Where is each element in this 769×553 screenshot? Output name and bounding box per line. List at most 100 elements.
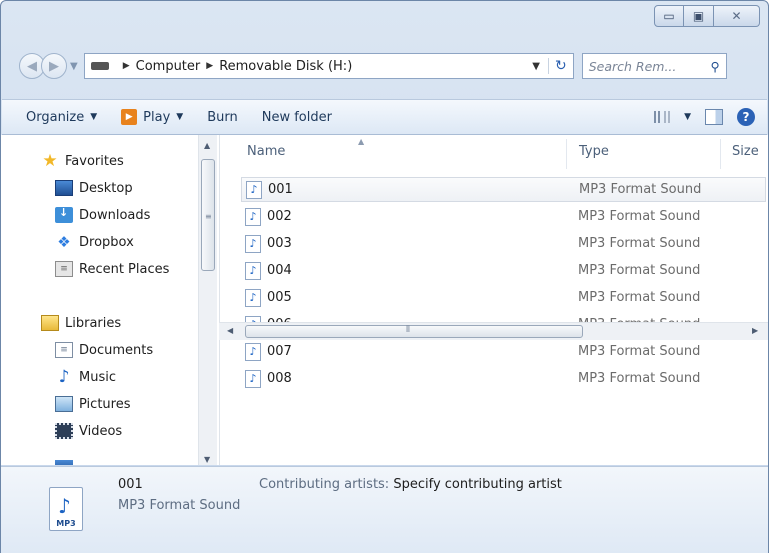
sidebar-item-videos[interactable]: Videos [55,420,122,442]
sidebar-libraries-label: Libraries [65,315,122,331]
back-arrow-icon: ◀ [27,58,37,74]
minimize-button[interactable]: ▭ [654,5,684,27]
column-header-size[interactable]: Size [732,144,759,159]
file-name: 001 [268,182,293,197]
scroll-grip-icon: ⦀ [406,325,410,335]
scroll-right-arrow-icon[interactable]: ▶ [752,326,758,335]
navigation-pane-scrollbar[interactable]: ▲ ≡ ▼ [198,135,217,465]
table-row[interactable]: ♪ 007 MP3 Format Sound [241,339,766,364]
music-note-icon: ♪ [58,494,71,518]
selected-file-type: MP3 Format Sound [118,498,241,513]
column-divider[interactable] [566,139,567,169]
scroll-left-arrow-icon[interactable]: ◀ [227,326,233,335]
sidebar-item-downloads[interactable]: Downloads [55,204,150,226]
documents-icon: ≡ [55,342,73,358]
view-controls: ▼ ? [654,108,755,126]
maximize-icon: ▣ [692,9,705,23]
address-bar[interactable]: ▶ Computer ▶ Removable Disk (H:) ▼ ↻ [83,53,574,79]
file-type: MP3 Format Sound [578,236,701,251]
play-menu-button[interactable]: ▶ Play ▼ [121,109,183,125]
audio-file-icon: ♪ [245,261,261,280]
new-folder-label: New folder [261,109,332,125]
sidebar-item-label: Music [79,369,116,385]
maximize-button[interactable]: ▣ [684,5,714,27]
address-history-dropdown-icon[interactable]: ▼ [532,61,540,72]
sidebar-item-computer-partial[interactable] [55,455,79,465]
audio-file-icon: ♪ [245,369,261,388]
burn-button[interactable]: Burn [207,110,238,125]
play-icon: ▶ [121,109,138,125]
selected-file-name: 001 [118,477,143,492]
sidebar-item-pictures[interactable]: Pictures [55,393,130,415]
file-type: MP3 Format Sound [578,371,701,386]
search-input[interactable]: Search Rem... ⚲ [581,53,727,79]
chevron-down-icon: ▼ [176,112,184,122]
sidebar-item-favorites[interactable]: ★ Favorites [41,150,123,172]
audio-file-icon: ♪ [245,234,261,253]
contributing-artists-property[interactable]: Contributing artists: Specify contributi… [259,477,562,492]
chevron-down-icon: ▼ [90,112,98,122]
file-name: 002 [267,209,292,224]
organize-menu-button[interactable]: Organize ▼ [26,110,97,125]
table-row[interactable]: ♪ 002 MP3 Format Sound [241,204,766,229]
recent-places-icon: ≡ [55,261,73,277]
property-value[interactable]: Specify contributing artist [393,477,562,492]
file-name: 004 [267,263,292,278]
sidebar-item-recent-places[interactable]: ≡ Recent Places [55,258,169,280]
removable-drive-icon [90,62,109,70]
history-buttons: ◀ ▶ ▼ [19,53,84,79]
table-row[interactable]: ♪ 003 MP3 Format Sound [241,231,766,256]
sidebar-item-libraries[interactable]: Libraries [41,312,121,334]
close-icon: ✕ [731,9,742,23]
breadcrumb-chevron-icon[interactable]: ▶ [123,61,130,71]
scroll-down-arrow-icon[interactable]: ▼ [204,455,210,464]
file-name: 005 [267,290,292,305]
new-folder-button[interactable]: New folder [262,110,332,125]
preview-pane-icon[interactable] [705,109,723,125]
sidebar-item-dropbox[interactable]: ❖ Dropbox [55,231,134,253]
refresh-icon[interactable]: ↻ [547,58,567,74]
breadcrumb-computer[interactable]: Computer [136,59,201,74]
music-icon: ♪ [58,367,70,387]
search-icon[interactable]: ⚲ [711,59,720,74]
sort-ascending-icon: ▲ [358,137,365,146]
scroll-grip-icon: ≡ [205,212,212,221]
column-divider[interactable] [720,139,721,169]
close-button[interactable]: ✕ [714,5,760,27]
breadcrumb-chevron-icon[interactable]: ▶ [206,61,213,71]
scroll-up-arrow-icon[interactable]: ▲ [204,141,210,150]
sidebar-item-documents[interactable]: ≡ Documents [55,339,153,361]
forward-button[interactable]: ▶ [41,53,67,79]
minimize-icon: ▭ [663,9,675,23]
desktop-icon [55,180,73,196]
details-view-icon [654,111,671,123]
file-type: MP3 Format Sound [578,263,701,278]
mp3-file-icon: ♪ MP3 [49,487,83,531]
file-name: 007 [267,344,292,359]
forward-arrow-icon: ▶ [49,58,59,74]
table-row[interactable]: ♪ 001 MP3 Format Sound [241,177,766,202]
help-icon[interactable]: ? [737,108,755,126]
file-type: MP3 Format Sound [578,344,701,359]
file-type: MP3 Format Sound [578,290,701,305]
downloads-icon [55,206,73,223]
file-list-horizontal-scrollbar[interactable]: ◀ ⦀ ▶ [219,322,768,340]
column-header-name[interactable]: Name [247,144,285,159]
libraries-icon [41,315,59,331]
table-row[interactable]: ♪ 005 MP3 Format Sound [241,285,766,310]
navigation-scroll-thumb[interactable]: ≡ [201,159,215,271]
table-row[interactable]: ♪ 008 MP3 Format Sound [241,366,766,391]
chevron-down-icon: ▼ [684,112,691,122]
audio-file-icon: ♪ [245,207,261,226]
change-view-button[interactable]: ▼ [654,111,691,123]
organize-label: Organize [26,109,85,125]
recent-pages-dropdown-icon[interactable]: ▼ [70,61,78,72]
sidebar-item-music[interactable]: ♪ Music [55,366,116,388]
horizontal-scroll-thumb[interactable]: ⦀ [245,325,583,338]
computer-icon [55,460,73,465]
table-row[interactable]: ♪ 004 MP3 Format Sound [241,258,766,283]
sidebar-item-desktop[interactable]: Desktop [55,177,133,199]
column-header-type[interactable]: Type [579,144,609,159]
sidebar-item-label: Documents [79,342,154,358]
breadcrumb-removable-disk[interactable]: Removable Disk (H:) [219,59,352,74]
